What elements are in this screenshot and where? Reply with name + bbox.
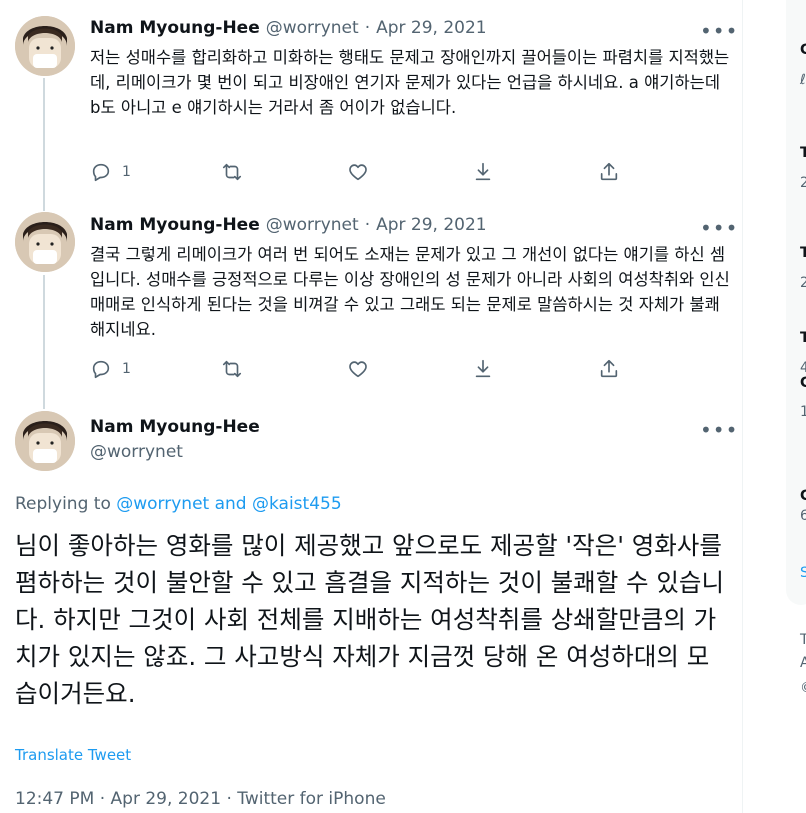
sidebar-fragment[interactable]: C [800, 42, 806, 58]
share-icon [600, 359, 618, 378]
sidebar-fragment[interactable]: T [800, 632, 806, 648]
thread-line [43, 275, 45, 409]
tweet-header: Nam Myoung-Hee @worrynet · Apr 29, 2021 [90, 215, 487, 235]
author-handle[interactable]: @worrynet [90, 442, 183, 462]
sidebar-fragment: © [800, 680, 806, 696]
tweet-meta[interactable]: 12:47 PM · Apr 29, 2021 · Twitter for iP… [15, 789, 386, 809]
reply-icon [92, 360, 110, 379]
reply-count: 1 [122, 164, 131, 180]
avatar[interactable] [15, 212, 75, 272]
replying-to: Replying to @worrynet and @kaist455 [15, 494, 342, 514]
sidebar-fragment: 1 [800, 404, 806, 420]
sidebar-fragment[interactable]: S [800, 565, 806, 581]
retweet-button[interactable] [221, 358, 243, 380]
download-button[interactable] [472, 161, 494, 183]
sidebar-fragment[interactable]: C [800, 488, 806, 504]
sidebar-fragment: 2 [800, 175, 806, 191]
tweet-date[interactable]: Apr 29, 2021 [376, 18, 487, 38]
main-tweet-text: 님이 좋아하는 영화를 많이 제공했고 앞으로도 제공할 '작은' 영화사를 폄… [15, 531, 724, 708]
sidebar-fragment: ℓ [800, 72, 806, 88]
reply-button[interactable]: 1 [90, 358, 131, 380]
author-handle[interactable]: @worrynet [266, 18, 359, 38]
tweet-actions: 1 [90, 161, 630, 185]
tweet-date[interactable]: Apr 29, 2021 [376, 215, 487, 235]
tweet-header: Nam Myoung-Hee @worrynet · Apr 29, 2021 [90, 18, 487, 38]
heart-icon [349, 361, 367, 378]
sidebar-fragment[interactable]: T [800, 245, 806, 261]
heart-icon [349, 164, 367, 181]
retweet-button[interactable] [221, 161, 243, 183]
author-name[interactable]: Nam Myoung-Hee [90, 18, 260, 38]
sidebar-fragment: 6 [800, 508, 806, 524]
sidebar-fragment[interactable]: A [800, 655, 806, 671]
more-dots-icon[interactable]: ••• [700, 218, 738, 238]
share-button[interactable] [598, 358, 620, 380]
share-button[interactable] [598, 161, 620, 183]
download-icon [475, 359, 491, 378]
avatar-image [15, 212, 75, 272]
replying-links[interactable]: @worrynet and @kaist455 [116, 494, 341, 514]
avatar-image [15, 411, 75, 471]
tweet-actions: 1 [90, 358, 630, 382]
avatar[interactable] [15, 411, 75, 471]
avatar[interactable] [15, 16, 75, 76]
timeline: Nam Myoung-Hee @worrynet · Apr 29, 2021 … [0, 0, 743, 813]
download-button[interactable] [472, 358, 494, 380]
author-name[interactable]: Nam Myoung-Hee [90, 417, 260, 437]
reply-button[interactable]: 1 [90, 161, 131, 183]
sidebar-fragment[interactable]: T [800, 145, 806, 161]
tweet-text: 결국 그렇게 리메이크가 여러 번 되어도 소재는 문제가 있고 그 개선이 없… [90, 245, 730, 339]
like-button[interactable] [347, 161, 369, 183]
more-dots-icon[interactable]: ••• [700, 21, 738, 41]
sidebar-fragment: 2 [800, 275, 806, 291]
download-icon [475, 162, 491, 181]
retweet-icon [222, 163, 242, 181]
avatar-image [15, 16, 75, 76]
more-dots-icon[interactable]: ••• [700, 420, 738, 440]
replying-prefix: Replying to [15, 494, 111, 514]
author-handle[interactable]: @worrynet [266, 215, 359, 235]
reply-icon [92, 163, 110, 182]
translate-tweet-link[interactable]: Translate Tweet [15, 746, 131, 764]
thread-line [43, 78, 45, 211]
retweet-icon [222, 360, 242, 378]
share-icon [600, 162, 618, 181]
tweet-text: 저는 성매수를 합리화하고 미화하는 행태도 문제고 장애인까지 끌어들이는 파… [90, 48, 730, 117]
separator: · [364, 215, 371, 235]
separator: · [364, 18, 371, 38]
reply-count: 1 [122, 361, 131, 377]
author-name[interactable]: Nam Myoung-Hee [90, 215, 260, 235]
sidebar-fragment[interactable]: T [800, 330, 806, 346]
sidebar-fragment: 4 [800, 360, 806, 376]
sidebar-fragment[interactable]: C [800, 375, 806, 391]
like-button[interactable] [347, 358, 369, 380]
